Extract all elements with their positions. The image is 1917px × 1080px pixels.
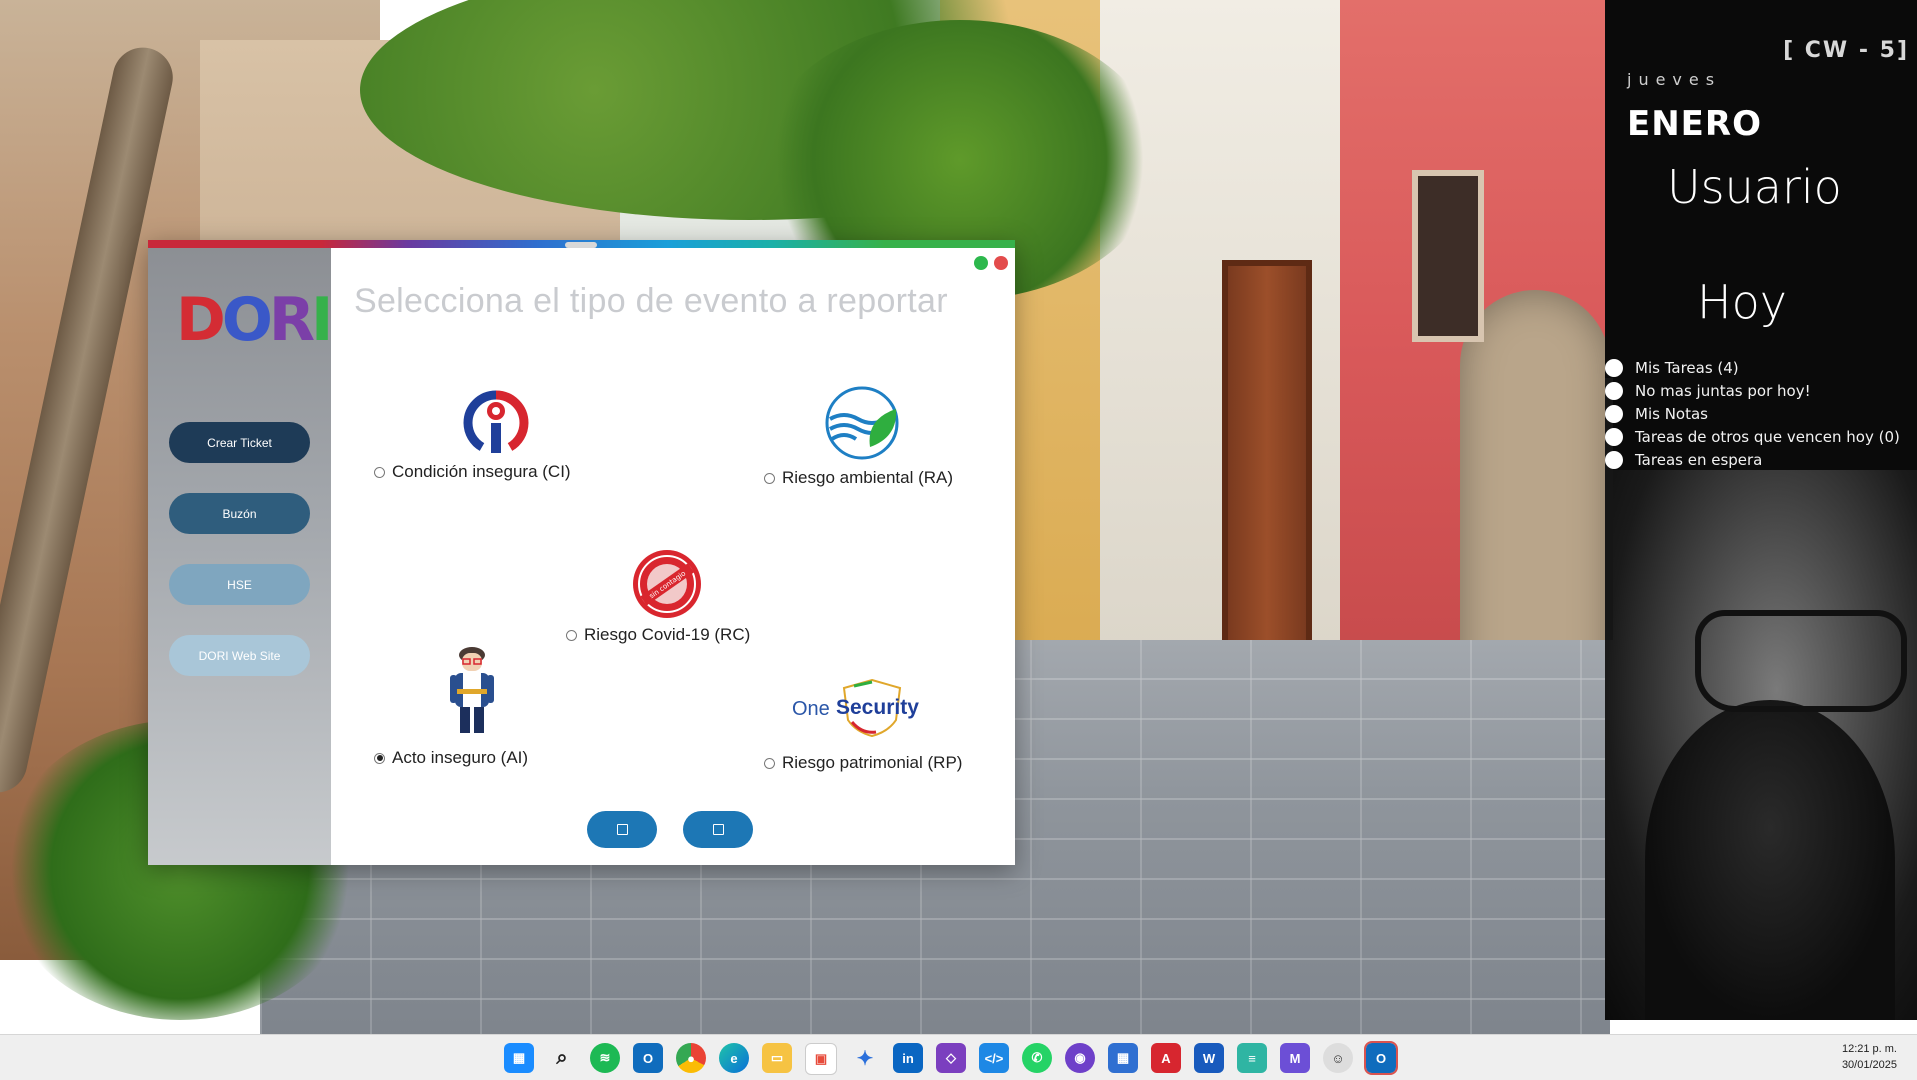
copilot-icon[interactable]: ✦	[850, 1043, 880, 1073]
search-icon[interactable]: ⌕	[547, 1043, 577, 1073]
user-name: Usuario	[1667, 160, 1842, 214]
today-list: Mis Tareas (4) No mas juntas por hoy! Mi…	[1605, 356, 1900, 471]
option-riesgo-patrimonial[interactable]: Riesgo patrimonial (RP)	[764, 753, 962, 773]
brand-security: Security	[836, 696, 919, 719]
avatar-app-icon[interactable]: ☺	[1323, 1043, 1353, 1073]
acrobat-icon[interactable]: A	[1151, 1043, 1181, 1073]
list-item[interactable]: Mis Tareas (4)	[1605, 356, 1900, 379]
word-icon[interactable]: W	[1194, 1043, 1224, 1073]
system-clock[interactable]: 12:21 p. m. 30/01/2025	[1842, 1041, 1897, 1073]
leaf-wave-icon	[825, 386, 899, 460]
page-title: Selecciona el tipo de evento a reportar	[354, 282, 948, 320]
option-acto-inseguro[interactable]: Acto inseguro (AI)	[374, 748, 528, 768]
list-item[interactable]: Tareas de otros que vencen hoy (0)	[1605, 425, 1900, 448]
calculator-icon[interactable]: ▦	[1108, 1043, 1138, 1073]
visual-studio-icon[interactable]: ◇	[936, 1043, 966, 1073]
bullet-icon	[1605, 381, 1623, 400]
box-icon	[712, 824, 724, 835]
side-nav: DORI Crear Ticket Buzón HSE DORI Web Sit…	[148, 248, 333, 865]
safety-person-icon	[463, 390, 529, 453]
notepad-icon[interactable]: ≡	[1237, 1043, 1267, 1073]
option-condicion-insegura[interactable]: Condición insegura (CI)	[374, 462, 571, 482]
box-icon	[616, 824, 628, 835]
dori-logo: DORI	[176, 285, 333, 355]
month-label: ENERO	[1627, 104, 1762, 144]
drag-handle[interactable]	[565, 242, 597, 248]
windows-start-icon[interactable]: ▦	[504, 1043, 534, 1073]
crear-ticket-button[interactable]: Crear Ticket	[169, 422, 310, 463]
worker-icon	[450, 647, 494, 733]
next-button[interactable]	[683, 811, 753, 848]
mail-icon[interactable]: M	[1280, 1043, 1310, 1073]
buzon-button[interactable]: Buzón	[169, 493, 310, 534]
dori-window: DORI Crear Ticket Buzón HSE DORI Web Sit…	[148, 240, 1015, 865]
spotify-icon[interactable]: ≋	[590, 1043, 620, 1073]
radio-ra[interactable]	[764, 472, 775, 484]
store-icon[interactable]: ▣	[805, 1043, 837, 1075]
option-riesgo-ambiental[interactable]: Riesgo ambiental (RA)	[764, 468, 953, 488]
brand-one: One	[792, 698, 830, 720]
bullet-icon	[1605, 427, 1623, 446]
bullet-icon	[1605, 450, 1623, 469]
github-icon[interactable]: ◉	[1065, 1043, 1095, 1073]
option-riesgo-covid[interactable]: Riesgo Covid-19 (RC)	[566, 625, 750, 645]
outlook-active-icon[interactable]: O	[1364, 1041, 1398, 1075]
taskbar: ▦ ⌕ ≋ O ● e ▭ ▣ ✦ in ◇ </> ✆ ◉ ▦ A W ≡ M…	[0, 1034, 1917, 1080]
covid-stamp-icon: sin contagio	[633, 550, 701, 618]
list-item[interactable]: No mas juntas por hoy!	[1605, 379, 1900, 402]
barred-window	[1412, 170, 1484, 342]
radio-ai[interactable]	[374, 752, 385, 764]
today-heading: Hoy	[1697, 275, 1787, 329]
radio-rc[interactable]	[566, 629, 577, 641]
bullet-icon	[1605, 404, 1623, 423]
vscode-icon[interactable]: </>	[979, 1043, 1009, 1073]
calendar-week: [ CW - 5]	[1783, 38, 1909, 63]
clock-date: 30/01/2025	[1841, 1059, 1897, 1071]
maximize-button[interactable]	[974, 256, 988, 270]
user-photo-glasses	[1695, 610, 1907, 712]
onesecurity-logo: One Security	[792, 676, 952, 738]
user-photo-beard	[1645, 700, 1895, 1020]
outlook-icon[interactable]: O	[633, 1043, 663, 1073]
clock-time: 12:21 p. m.	[1841, 1043, 1897, 1055]
back-button[interactable]	[587, 811, 657, 848]
weekday-label: jueves	[1627, 70, 1722, 89]
file-explorer-icon[interactable]: ▭	[762, 1043, 792, 1073]
side-panel: [ CW - 5] jueves ENERO Usuario Hoy Mis T…	[1605, 0, 1917, 1020]
edge-icon[interactable]: e	[719, 1043, 749, 1073]
radio-ci[interactable]	[374, 466, 385, 478]
dori-website-button[interactable]: DORI Web Site	[169, 635, 310, 676]
linkedin-icon[interactable]: in	[893, 1043, 923, 1073]
hse-button[interactable]: HSE	[169, 564, 310, 605]
chrome-icon[interactable]: ●	[676, 1043, 706, 1073]
radio-rp[interactable]	[764, 757, 775, 769]
bullet-icon	[1605, 358, 1623, 377]
list-item[interactable]: Tareas en espera	[1605, 448, 1900, 471]
list-item[interactable]: Mis Notas	[1605, 402, 1900, 425]
close-button[interactable]	[994, 256, 1008, 270]
whatsapp-icon[interactable]: ✆	[1022, 1043, 1052, 1073]
taskbar-icons: ▦ ⌕ ≋ O ● e ▭ ▣ ✦ in ◇ </> ✆ ◉ ▦ A W ≡ M…	[504, 1041, 1398, 1075]
